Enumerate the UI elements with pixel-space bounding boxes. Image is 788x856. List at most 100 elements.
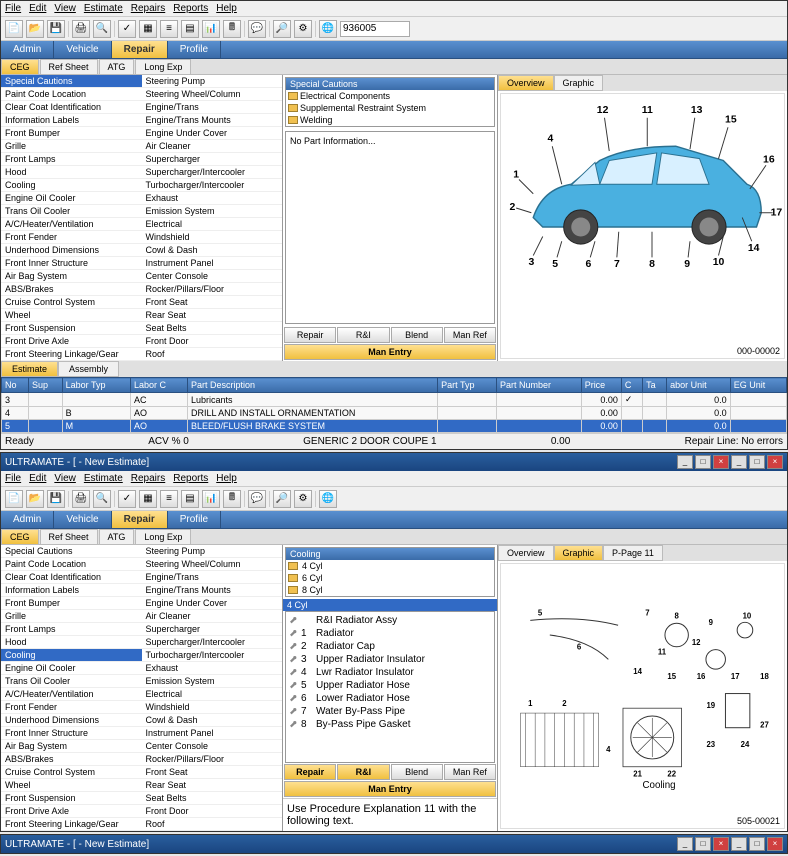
- category-item[interactable]: Engine Under Cover: [142, 597, 283, 610]
- category-item[interactable]: Front Steering Linkage/Gear: [1, 348, 142, 361]
- category-item[interactable]: Front Door: [142, 805, 283, 818]
- subtab-atg[interactable]: ATG: [99, 529, 135, 544]
- category-item[interactable]: Turbocharger/Intercooler: [142, 179, 283, 192]
- maximize-icon[interactable]: □: [695, 837, 711, 851]
- table-icon[interactable]: ▦: [139, 490, 157, 508]
- minimize-icon[interactable]: _: [677, 837, 693, 851]
- close2-icon[interactable]: ×: [767, 455, 783, 469]
- category-item[interactable]: A/C/Heater/Ventilation: [1, 218, 142, 231]
- category-item[interactable]: Instrument Panel: [142, 727, 283, 740]
- category-item[interactable]: Grille: [1, 610, 142, 623]
- est-col-header[interactable]: Ta: [643, 378, 667, 393]
- category-item[interactable]: ABS/Brakes: [1, 283, 142, 296]
- category-item[interactable]: Supercharger/Intercooler: [142, 636, 283, 649]
- ri-button[interactable]: R&I: [337, 327, 389, 343]
- subtab-ceg[interactable]: CEG: [1, 529, 39, 544]
- category-item[interactable]: Steering Wheel/Column: [142, 558, 283, 571]
- manentry-button[interactable]: Man Entry: [284, 344, 496, 360]
- category-item[interactable]: Engine Under Cover: [142, 127, 283, 140]
- category-item[interactable]: Air Bag System: [1, 270, 142, 283]
- subtab-longexp[interactable]: Long Exp: [135, 59, 191, 74]
- blend-button[interactable]: Blend: [391, 764, 443, 780]
- menu-edit[interactable]: Edit: [29, 473, 46, 484]
- category-item[interactable]: Special Cautions: [1, 75, 142, 88]
- calc-icon[interactable]: 🖩: [223, 20, 241, 38]
- category-item[interactable]: Underhood Dimensions: [1, 714, 142, 727]
- cyl-item[interactable]: 6 Cyl: [286, 572, 494, 584]
- category-item[interactable]: Seat Belts: [142, 322, 283, 335]
- category-item[interactable]: Front Lamps: [1, 153, 142, 166]
- category-item[interactable]: Front Seat: [142, 766, 283, 779]
- settings-icon[interactable]: ⚙: [294, 490, 312, 508]
- category-item[interactable]: Information Labels: [1, 584, 142, 597]
- category-item[interactable]: Supercharger: [142, 623, 283, 636]
- menu-repairs[interactable]: Repairs: [131, 473, 165, 484]
- category-item[interactable]: Engine Oil Cooler: [1, 192, 142, 205]
- est-col-header[interactable]: Labor Typ: [62, 378, 130, 393]
- grid-icon[interactable]: ▤: [181, 20, 199, 38]
- save-icon[interactable]: 💾: [47, 490, 65, 508]
- category-item[interactable]: Paint Code Location: [1, 88, 142, 101]
- print-icon[interactable]: 🖨: [72, 20, 90, 38]
- righttab-graphic[interactable]: Graphic: [554, 545, 604, 561]
- category-item[interactable]: Engine Oil Cooler: [1, 662, 142, 675]
- new-icon[interactable]: 📄: [5, 20, 23, 38]
- category-item[interactable]: Front Bumper: [1, 597, 142, 610]
- category-item[interactable]: Supercharger/Intercooler: [142, 166, 283, 179]
- table-row[interactable]: 4BAODRILL AND INSTALL ORNAMENTATION0.000…: [2, 407, 787, 420]
- open-icon[interactable]: 📂: [26, 490, 44, 508]
- category-item[interactable]: Air Cleaner: [142, 610, 283, 623]
- comment-icon[interactable]: 💬: [248, 490, 266, 508]
- est-col-header[interactable]: Price: [581, 378, 621, 393]
- category-item[interactable]: Front Bumper: [1, 127, 142, 140]
- category-item[interactable]: Front Fender: [1, 701, 142, 714]
- category-item[interactable]: Emission System: [142, 205, 283, 218]
- network-icon[interactable]: 🌐: [319, 20, 337, 38]
- category-item[interactable]: Instrument Panel: [142, 257, 283, 270]
- category-item[interactable]: Underhood Dimensions: [1, 244, 142, 257]
- est-col-header[interactable]: EG Unit: [730, 378, 786, 393]
- esttab-estimate[interactable]: Estimate: [1, 361, 58, 377]
- maximize2-icon[interactable]: □: [749, 455, 765, 469]
- part-item[interactable]: 4Lwr Radiator Insulator: [288, 666, 492, 679]
- category-item[interactable]: Center Console: [142, 740, 283, 753]
- tab-admin[interactable]: Admin: [1, 511, 54, 528]
- manentry-button[interactable]: Man Entry: [284, 781, 496, 797]
- tab-repair[interactable]: Repair: [112, 511, 168, 528]
- category-item[interactable]: Seat Belts: [142, 792, 283, 805]
- category-item[interactable]: Rocker/Pillars/Floor: [142, 283, 283, 296]
- category-item[interactable]: Emission System: [142, 675, 283, 688]
- category-item[interactable]: Engine/Trans: [142, 571, 283, 584]
- category-item[interactable]: Air Bag System: [1, 740, 142, 753]
- category-item[interactable]: Exhaust: [142, 662, 283, 675]
- category-item[interactable]: Electrical: [142, 688, 283, 701]
- caution-item[interactable]: Supplemental Restraint System: [286, 102, 494, 114]
- est-col-header[interactable]: Part Number: [497, 378, 582, 393]
- category-item[interactable]: Front Fender: [1, 231, 142, 244]
- category-item[interactable]: Engine/Trans: [142, 101, 283, 114]
- category-item[interactable]: Front Suspension: [1, 792, 142, 805]
- est-col-header[interactable]: Part Description: [187, 378, 437, 393]
- caution-item[interactable]: Welding: [286, 114, 494, 126]
- part-item[interactable]: 3Upper Radiator Insulator: [288, 653, 492, 666]
- list-icon[interactable]: ≡: [160, 490, 178, 508]
- category-item[interactable]: Clear Coat Identification: [1, 571, 142, 584]
- part-item[interactable]: 5Upper Radiator Hose: [288, 679, 492, 692]
- menu-reports[interactable]: Reports: [173, 3, 208, 14]
- category-item[interactable]: Steering Pump: [142, 75, 283, 88]
- maximize-icon[interactable]: □: [695, 455, 711, 469]
- category-item[interactable]: Windshield: [142, 701, 283, 714]
- part-item[interactable]: 8By-Pass Pipe Gasket: [288, 718, 492, 731]
- category-item[interactable]: Cowl & Dash: [142, 714, 283, 727]
- comment-icon[interactable]: 💬: [248, 20, 266, 38]
- preview-icon[interactable]: 🔍: [93, 490, 111, 508]
- cyl-item[interactable]: 4 Cyl: [286, 560, 494, 572]
- category-item[interactable]: Front Steering Linkage/Gear: [1, 818, 142, 831]
- esttab-assembly[interactable]: Assembly: [58, 361, 119, 377]
- menu-reports[interactable]: Reports: [173, 473, 208, 484]
- category-item[interactable]: Front Door: [142, 335, 283, 348]
- menu-estimate[interactable]: Estimate: [84, 473, 123, 484]
- tab-repair[interactable]: Repair: [112, 41, 168, 58]
- part-item[interactable]: 6Lower Radiator Hose: [288, 692, 492, 705]
- close-icon[interactable]: ×: [713, 455, 729, 469]
